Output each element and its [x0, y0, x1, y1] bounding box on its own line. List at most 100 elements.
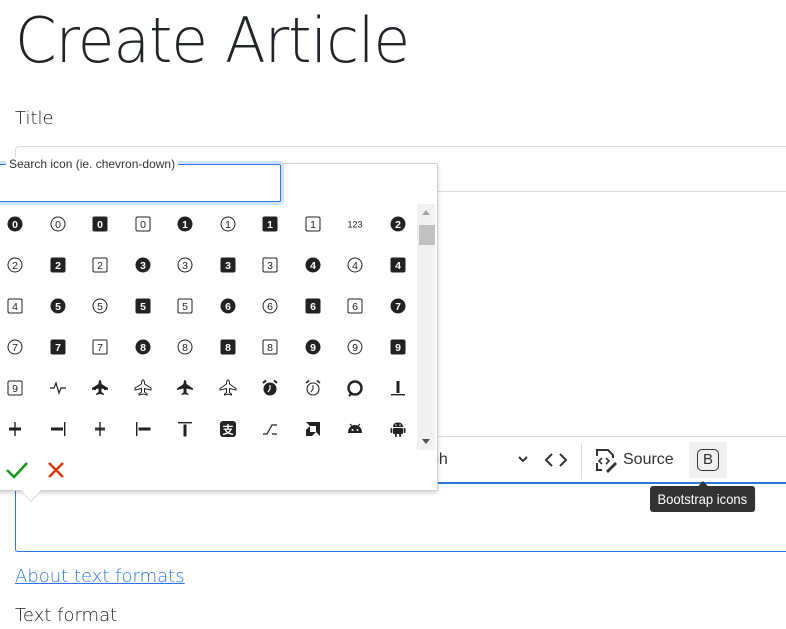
- icon-123[interactable]: 123: [334, 204, 376, 244]
- icon-airplane-engines-fill[interactable]: [79, 368, 121, 408]
- icon-6-circle-fill[interactable]: 6: [207, 286, 249, 326]
- icon-alipay[interactable]: 支: [207, 409, 249, 449]
- svg-text:5: 5: [182, 301, 188, 313]
- icon-6-circle[interactable]: 6: [249, 286, 291, 326]
- icon-9-circle[interactable]: 9: [334, 327, 376, 367]
- icon-grid-scrollbar[interactable]: [417, 204, 435, 450]
- icon-2-circle-fill[interactable]: 2: [377, 204, 418, 244]
- align-end-icon: [50, 422, 65, 436]
- 1-circle-fill-icon: 1: [177, 216, 193, 232]
- icon-alt[interactable]: [249, 409, 291, 449]
- icon-align-middle[interactable]: [79, 409, 121, 449]
- text-format-label: Text format: [15, 605, 118, 626]
- about-text-formats-link[interactable]: About text formats: [15, 566, 185, 587]
- icon-search-field[interactable]: Search icon (ie. chevron-down): [0, 157, 281, 202]
- icon-8-square[interactable]: 8: [249, 327, 291, 367]
- icon-align-start[interactable]: [122, 409, 164, 449]
- 0-square-icon: 0: [135, 216, 150, 232]
- icon-0-square[interactable]: 0: [122, 204, 164, 244]
- icon-6-square-fill[interactable]: 6: [292, 286, 334, 326]
- amd-icon: [305, 422, 320, 436]
- icon-7-circle[interactable]: 7: [0, 327, 36, 367]
- icon-picker-actions: [5, 459, 67, 486]
- icon-5-circle-fill[interactable]: 5: [37, 286, 79, 326]
- bootstrap-icons-button[interactable]: B: [689, 442, 727, 478]
- icon-1-circle[interactable]: 1: [207, 204, 249, 244]
- icon-3-circle[interactable]: 3: [164, 245, 206, 285]
- icon-4-circle[interactable]: 4: [334, 245, 376, 285]
- cancel-button[interactable]: [45, 459, 67, 486]
- svg-text:5: 5: [97, 301, 103, 313]
- icon-7-circle-fill[interactable]: 7: [377, 286, 418, 326]
- icon-3-square[interactable]: 3: [249, 245, 291, 285]
- icon-1-square[interactable]: 1: [292, 204, 334, 244]
- 7-square-icon: 7: [92, 339, 108, 355]
- icon-align-end[interactable]: [37, 409, 79, 449]
- icon-search-input[interactable]: [0, 175, 268, 199]
- icon-airplane[interactable]: [207, 368, 249, 408]
- svg-text:7: 7: [55, 342, 61, 354]
- icon-7-square-fill[interactable]: 7: [37, 327, 79, 367]
- source-button[interactable]: Source: [593, 445, 674, 475]
- icon-4-square[interactable]: 4: [0, 286, 36, 326]
- icon-5-square[interactable]: 5: [164, 286, 206, 326]
- icon-android[interactable]: [334, 409, 376, 449]
- icon-amd[interactable]: [292, 409, 334, 449]
- icon-3-square-fill[interactable]: 3: [207, 245, 249, 285]
- code-button[interactable]: [544, 445, 568, 485]
- svg-text:3: 3: [267, 260, 273, 272]
- icon-alexa[interactable]: [334, 368, 376, 408]
- scrollbar-thumb[interactable]: [419, 225, 435, 245]
- 2-square-fill-icon: 2: [50, 257, 65, 273]
- svg-text:2: 2: [395, 219, 401, 231]
- svg-text:6: 6: [352, 301, 358, 313]
- icon-align-top[interactable]: [164, 409, 206, 449]
- icon-0-square-fill[interactable]: 0: [79, 204, 121, 244]
- 0-circle-icon: 0: [50, 216, 65, 232]
- icon-8-circle[interactable]: 8: [164, 327, 206, 367]
- icon-9-square[interactable]: 9: [0, 368, 36, 408]
- scroll-down-arrow-icon[interactable]: [422, 439, 430, 444]
- icon-7-square[interactable]: 7: [79, 327, 121, 367]
- alarm-fill-icon: [262, 379, 278, 396]
- 123-icon: 123: [347, 220, 362, 230]
- icon-align-bottom[interactable]: [377, 368, 418, 408]
- icon-4-circle-fill[interactable]: 4: [292, 245, 334, 285]
- 6-square-fill-icon: 6: [305, 298, 320, 314]
- icon-airplane-engines[interactable]: [122, 368, 164, 408]
- icon-0-circle[interactable]: 0: [37, 204, 79, 244]
- airplane-engines-fill-icon: [92, 380, 108, 395]
- icon-0-circle-fill[interactable]: 0: [0, 204, 36, 244]
- icon-2-square-fill[interactable]: 2: [37, 245, 79, 285]
- 8-circle-icon: 8: [177, 339, 193, 355]
- icon-8-square-fill[interactable]: 8: [207, 327, 249, 367]
- icon-android2[interactable]: [377, 409, 418, 449]
- icon-activity[interactable]: [37, 368, 79, 408]
- icon-2-circle[interactable]: 2: [0, 245, 36, 285]
- icon-3-circle-fill[interactable]: 3: [122, 245, 164, 285]
- align-center-icon: [9, 422, 21, 436]
- icon-alarm[interactable]: [292, 368, 334, 408]
- icon-1-circle-fill[interactable]: 1: [164, 204, 206, 244]
- heading-dropdown[interactable]: ph: [430, 445, 530, 475]
- 2-circle-icon: 2: [7, 257, 23, 273]
- icon-4-square-fill[interactable]: 4: [377, 245, 418, 285]
- icon-search-label: Search icon (ie. chevron-down): [6, 157, 179, 171]
- svg-text:8: 8: [267, 342, 273, 354]
- svg-text:5: 5: [55, 301, 61, 313]
- icon-airplane-fill[interactable]: [164, 368, 206, 408]
- 4-circle-fill-icon: 4: [305, 257, 320, 273]
- scroll-up-arrow-icon[interactable]: [422, 210, 430, 215]
- icon-6-square[interactable]: 6: [334, 286, 376, 326]
- icon-9-circle-fill[interactable]: 9: [292, 327, 334, 367]
- icon-9-square-fill[interactable]: 9: [377, 327, 418, 367]
- svg-text:2: 2: [97, 260, 103, 272]
- icon-alarm-fill[interactable]: [249, 368, 291, 408]
- icon-8-circle-fill[interactable]: 8: [122, 327, 164, 367]
- icon-5-circle[interactable]: 5: [79, 286, 121, 326]
- icon-5-square-fill[interactable]: 5: [122, 286, 164, 326]
- icon-align-center[interactable]: [0, 409, 36, 449]
- icon-1-square-fill[interactable]: 1: [249, 204, 291, 244]
- icon-2-square[interactable]: 2: [79, 245, 121, 285]
- confirm-button[interactable]: [5, 459, 29, 486]
